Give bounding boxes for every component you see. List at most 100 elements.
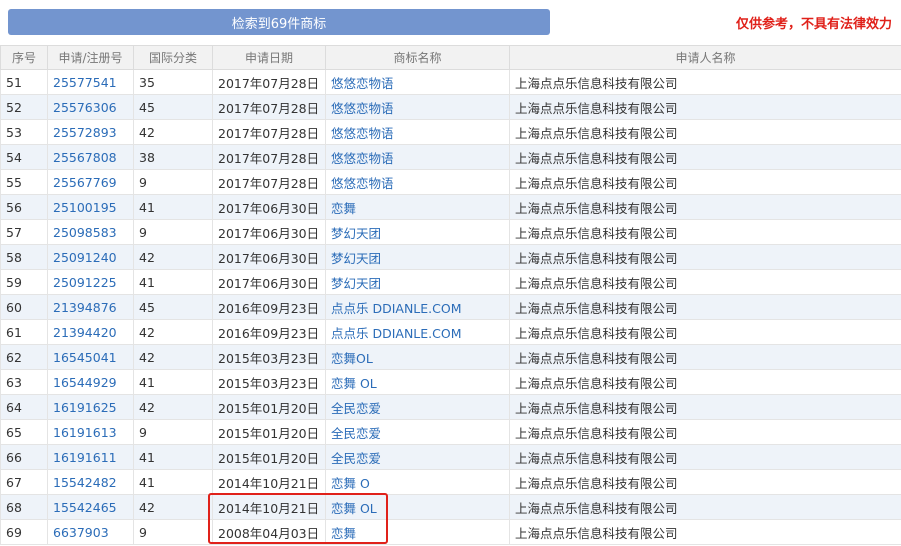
reg-no-link[interactable]: 21394420 bbox=[53, 325, 117, 340]
row-index-cell: 61 bbox=[0, 319, 48, 345]
reg-no-link[interactable]: 16191611 bbox=[53, 450, 117, 465]
trademark-name-link[interactable]: 全民恋爱 bbox=[331, 451, 381, 466]
applicant-cell-cell: 上海点点乐信息科技有限公司 bbox=[509, 519, 901, 545]
reg-no-link[interactable]: 16191613 bbox=[53, 425, 117, 440]
date-cell-cell: 2015年03月23日 bbox=[212, 369, 326, 395]
trademark-name-link[interactable]: 恋舞 OL bbox=[331, 501, 377, 516]
trademark-name-link[interactable]: 恋舞 O bbox=[331, 476, 370, 491]
class-cell-cell: 45 bbox=[133, 94, 213, 120]
trademark-name-link[interactable]: 恋舞OL bbox=[331, 351, 373, 366]
trademark-name-link[interactable]: 恋舞 bbox=[331, 526, 356, 541]
reg-no-cell: 25567769 bbox=[47, 169, 134, 195]
applicant-cell: 上海点点乐信息科技有限公司 bbox=[515, 325, 678, 341]
trademark-name-link[interactable]: 悠悠恋物语 bbox=[331, 101, 394, 116]
reg-no-link[interactable]: 6637903 bbox=[53, 525, 109, 540]
trademark-name-cell: 悠悠恋物语 bbox=[325, 169, 510, 195]
reg-no-link[interactable]: 25567808 bbox=[53, 150, 117, 165]
table-row: 61 21394420 42 2016年09月23日 点点乐 DDIANLE.COM 上海… bbox=[0, 319, 901, 345]
reg-no-link[interactable]: 25577541 bbox=[53, 75, 117, 90]
trademark-name-link[interactable]: 点点乐 DDIANLE.COM bbox=[331, 301, 462, 316]
class-cell-cell: 9 bbox=[133, 519, 213, 545]
reg-no-cell: 21394876 bbox=[47, 294, 134, 320]
trademark-name-cell: 全民恋爱 bbox=[325, 394, 510, 420]
row-index: 53 bbox=[6, 124, 22, 140]
class-cell: 42 bbox=[139, 324, 155, 340]
class-cell-cell: 9 bbox=[133, 219, 213, 245]
reg-no-link[interactable]: 25091225 bbox=[53, 275, 117, 290]
applicant-cell: 上海点点乐信息科技有限公司 bbox=[515, 275, 678, 291]
date-cell: 2016年09月23日 bbox=[218, 325, 320, 341]
reg-no-cell: 16191613 bbox=[47, 419, 134, 445]
applicant-cell-cell: 上海点点乐信息科技有限公司 bbox=[509, 244, 901, 270]
applicant-cell: 上海点点乐信息科技有限公司 bbox=[515, 300, 678, 316]
reg-no-link[interactable]: 25572893 bbox=[53, 125, 117, 140]
reg-no-cell: 25091240 bbox=[47, 244, 134, 270]
table-row: 69 6637903 9 2008年04月03日 恋舞 上海点点乐信息科技有限公司 bbox=[0, 519, 901, 545]
row-index: 67 bbox=[6, 474, 22, 490]
class-cell: 41 bbox=[139, 374, 155, 390]
date-cell: 2017年06月30日 bbox=[218, 275, 320, 291]
applicant-cell-cell: 上海点点乐信息科技有限公司 bbox=[509, 469, 901, 495]
date-cell-cell: 2017年07月28日 bbox=[212, 69, 326, 95]
trademark-name-link[interactable]: 梦幻天团 bbox=[331, 226, 381, 241]
trademark-name-link[interactable]: 点点乐 DDIANLE.COM bbox=[331, 326, 462, 341]
row-index: 54 bbox=[6, 149, 22, 165]
row-index: 62 bbox=[6, 349, 22, 365]
reg-no-link[interactable]: 21394876 bbox=[53, 300, 117, 315]
class-cell: 9 bbox=[139, 224, 147, 240]
trademark-name-link[interactable]: 梦幻天团 bbox=[331, 251, 381, 266]
row-index-cell: 54 bbox=[0, 144, 48, 170]
trademark-name-cell: 恋舞 OL bbox=[325, 494, 510, 520]
row-index: 68 bbox=[6, 499, 22, 515]
row-index-cell: 65 bbox=[0, 419, 48, 445]
reg-no-link[interactable]: 25567769 bbox=[53, 175, 117, 190]
row-index: 57 bbox=[6, 224, 22, 240]
reg-no-link[interactable]: 25091240 bbox=[53, 250, 117, 265]
reg-no-link[interactable]: 25098583 bbox=[53, 225, 117, 240]
trademark-table: 序号 申请/注册号 国际分类 申请日期 商标名称 申请人名称 51 2557754… bbox=[0, 45, 901, 545]
trademark-name-cell: 悠悠恋物语 bbox=[325, 119, 510, 145]
trademark-name-cell: 恋舞 OL bbox=[325, 369, 510, 395]
row-index: 52 bbox=[6, 99, 22, 115]
reg-no-cell: 25577541 bbox=[47, 69, 134, 95]
reg-no-link[interactable]: 16191625 bbox=[53, 400, 117, 415]
reg-no-cell: 16545041 bbox=[47, 344, 134, 370]
row-index-cell: 51 bbox=[0, 69, 48, 95]
top-bar: 检索到69件商标 仅供参考，不具有法律效力 bbox=[0, 0, 901, 44]
trademark-name-link[interactable]: 恋舞 bbox=[331, 201, 356, 216]
date-cell: 2015年03月23日 bbox=[218, 350, 320, 366]
applicant-cell: 上海点点乐信息科技有限公司 bbox=[515, 400, 678, 416]
trademark-name-link[interactable]: 全民恋爱 bbox=[331, 401, 381, 416]
date-cell: 2014年10月21日 bbox=[218, 475, 320, 491]
trademark-name-link[interactable]: 全民恋爱 bbox=[331, 426, 381, 441]
trademark-name-link[interactable]: 悠悠恋物语 bbox=[331, 151, 394, 166]
row-index-cell: 58 bbox=[0, 244, 48, 270]
row-index-cell: 69 bbox=[0, 519, 48, 545]
reg-no-link[interactable]: 25576306 bbox=[53, 100, 117, 115]
trademark-name-link[interactable]: 恋舞 OL bbox=[331, 376, 377, 391]
reg-no-link[interactable]: 16545041 bbox=[53, 350, 117, 365]
date-cell: 2015年01月20日 bbox=[218, 425, 320, 441]
row-index-cell: 57 bbox=[0, 219, 48, 245]
trademark-name-link[interactable]: 悠悠恋物语 bbox=[331, 126, 394, 141]
class-cell-cell: 42 bbox=[133, 494, 213, 520]
applicant-cell-cell: 上海点点乐信息科技有限公司 bbox=[509, 319, 901, 345]
reg-no-cell: 16544929 bbox=[47, 369, 134, 395]
trademark-name-link[interactable]: 悠悠恋物语 bbox=[331, 176, 394, 191]
search-result-button[interactable]: 检索到69件商标 bbox=[8, 9, 550, 35]
reg-no-link[interactable]: 25100195 bbox=[53, 200, 117, 215]
date-cell-cell: 2015年01月20日 bbox=[212, 394, 326, 420]
table-body: 51 25577541 35 2017年07月28日 悠悠恋物语 上海点点乐信息科技有限公… bbox=[0, 69, 901, 545]
class-cell: 42 bbox=[139, 499, 155, 515]
trademark-name-link[interactable]: 梦幻天团 bbox=[331, 276, 381, 291]
row-index-cell: 67 bbox=[0, 469, 48, 495]
table-row: 68 15542465 42 2014年10月21日 恋舞 OL 上海点点乐信息科技有限公… bbox=[0, 494, 901, 520]
trademark-name-link[interactable]: 悠悠恋物语 bbox=[331, 76, 394, 91]
applicant-cell: 上海点点乐信息科技有限公司 bbox=[515, 375, 678, 391]
trademark-name-cell: 梦幻天团 bbox=[325, 244, 510, 270]
applicant-cell: 上海点点乐信息科技有限公司 bbox=[515, 150, 678, 166]
reg-no-link[interactable]: 15542465 bbox=[53, 500, 117, 515]
class-cell-cell: 42 bbox=[133, 319, 213, 345]
reg-no-link[interactable]: 15542482 bbox=[53, 475, 117, 490]
reg-no-link[interactable]: 16544929 bbox=[53, 375, 117, 390]
